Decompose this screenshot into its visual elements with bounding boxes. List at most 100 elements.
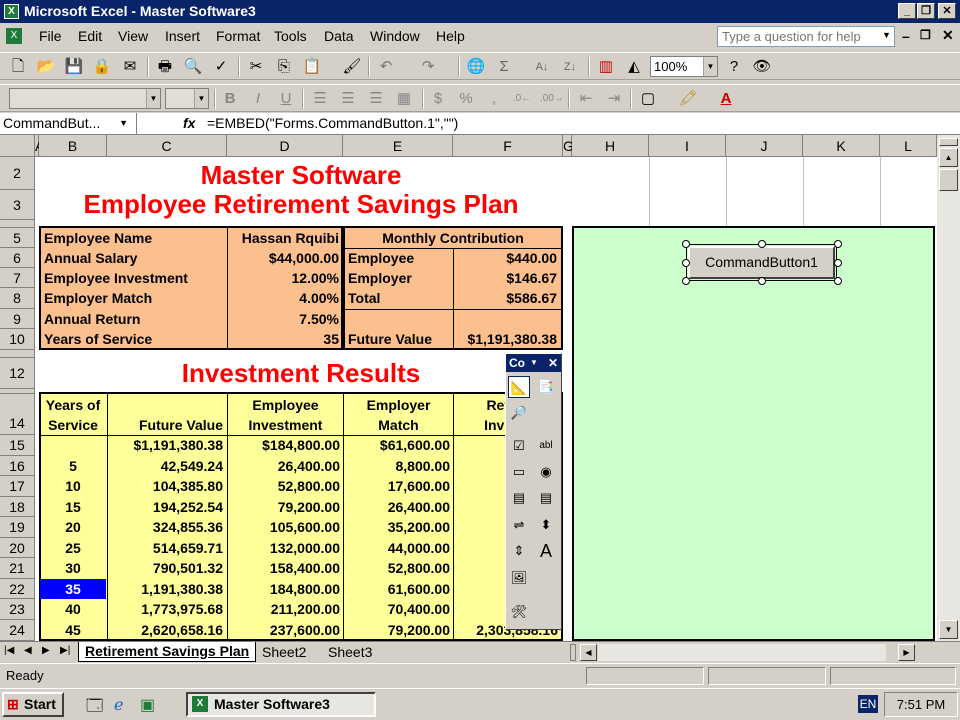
- cell-employer-match[interactable]: $61,600.00: [344, 435, 453, 455]
- column-header-f[interactable]: F: [453, 135, 563, 157]
- merge-center-icon[interactable]: ▦: [394, 90, 414, 108]
- monthly-label[interactable]: Total: [345, 288, 453, 308]
- input-value[interactable]: 35: [228, 329, 342, 349]
- cell-years[interactable]: 30: [40, 558, 106, 578]
- font-size-select[interactable]: ▼: [165, 88, 209, 109]
- minimize-button[interactable]: _: [898, 3, 916, 19]
- redo-icon[interactable]: ↷: [418, 58, 438, 76]
- restore-button[interactable]: ❐: [917, 3, 935, 19]
- zoom-select[interactable]: 100% ▼: [650, 56, 718, 77]
- input-label[interactable]: Employer Match: [41, 288, 227, 308]
- print-preview-icon[interactable]: 🔍: [183, 58, 203, 76]
- print-icon[interactable]: 🖶: [155, 58, 175, 76]
- align-right-icon[interactable]: ☰: [366, 90, 386, 108]
- cell-future-value[interactable]: 2,620,658.16: [108, 620, 226, 640]
- percent-icon[interactable]: %: [456, 90, 476, 108]
- header-years-line1[interactable]: Years of: [39, 395, 107, 415]
- cell-employee-investment[interactable]: 79,200.00: [228, 497, 343, 517]
- row-header-10[interactable]: 10: [0, 329, 35, 350]
- row-header-5[interactable]: 5: [0, 228, 35, 248]
- input-label[interactable]: Employee Name: [41, 228, 227, 248]
- cell-future-value[interactable]: 324,855.36: [108, 517, 226, 537]
- undo-icon[interactable]: ↶: [376, 58, 396, 76]
- sheet-subtitle[interactable]: Employee Retirement Savings Plan: [39, 190, 563, 220]
- drawing-icon[interactable]: ◭: [624, 58, 644, 76]
- cell-employee-investment[interactable]: 158,400.00: [228, 558, 343, 578]
- column-header-b[interactable]: B: [39, 135, 107, 157]
- column-header-l[interactable]: L: [880, 135, 937, 157]
- input-label[interactable]: Annual Return: [41, 309, 227, 329]
- input-label[interactable]: Years of Service: [41, 329, 227, 349]
- next-sheet-icon[interactable]: ▶: [42, 645, 50, 656]
- font-color-icon[interactable]: A: [716, 90, 736, 108]
- cell-years[interactable]: 20: [40, 517, 106, 537]
- excel-app-icon[interactable]: X: [4, 4, 19, 19]
- last-sheet-icon[interactable]: ▶|: [60, 645, 70, 656]
- row-header-12[interactable]: 12: [0, 358, 35, 389]
- horizontal-scrollbar[interactable]: [598, 644, 886, 661]
- cell-employer-match[interactable]: 79,200.00: [344, 620, 453, 640]
- cell-employee-investment[interactable]: 184,800.00: [228, 579, 343, 599]
- input-value[interactable]: $44,000.00: [228, 248, 342, 268]
- cell-employee-investment[interactable]: $184,800.00: [228, 435, 343, 455]
- menu-data[interactable]: Data: [324, 28, 354, 44]
- row-header-23[interactable]: 23: [0, 599, 35, 620]
- borders-icon[interactable]: ▢: [638, 90, 658, 108]
- cell-future-value[interactable]: 104,385.80: [108, 476, 226, 496]
- cell-future-value[interactable]: 1,773,975.68: [108, 599, 226, 619]
- spelling-icon[interactable]: ✓: [211, 58, 231, 76]
- row-header-22[interactable]: 22: [0, 579, 35, 599]
- column-header-c[interactable]: C: [107, 135, 227, 157]
- checkbox-control-icon[interactable]: ☑: [508, 435, 530, 457]
- column-header-d[interactable]: D: [227, 135, 343, 157]
- font-dropdown-icon[interactable]: ▼: [146, 89, 160, 108]
- paste-icon[interactable]: 📋: [302, 58, 322, 76]
- spin-button-icon[interactable]: ⬍: [535, 514, 557, 536]
- cell-employee-investment[interactable]: 237,600.00: [228, 620, 343, 640]
- cell-future-value[interactable]: $1,191,380.38: [108, 435, 226, 455]
- header-future-value[interactable]: Future Value: [108, 415, 226, 435]
- open-icon[interactable]: 📂: [36, 58, 56, 76]
- input-label[interactable]: Employee Investment: [41, 268, 227, 288]
- input-label[interactable]: Annual Salary: [41, 248, 227, 268]
- bold-icon[interactable]: B: [220, 90, 240, 108]
- internet-explorer-icon[interactable]: ℯ: [114, 695, 123, 715]
- cut-icon[interactable]: ✂: [246, 58, 266, 76]
- scroll-right-icon[interactable]: ▶: [898, 644, 915, 661]
- input-value[interactable]: 12.00%: [228, 268, 342, 288]
- new-icon[interactable]: 🗋: [8, 58, 28, 76]
- align-center-icon[interactable]: ☰: [338, 90, 358, 108]
- column-header-h[interactable]: H: [572, 135, 649, 157]
- workbook-icon[interactable]: X: [6, 28, 22, 44]
- format-painter-icon[interactable]: 🖌: [342, 58, 362, 76]
- row-header-14[interactable]: 14: [0, 394, 35, 435]
- scroll-up-icon[interactable]: ▲: [939, 148, 958, 167]
- save-icon[interactable]: 💾: [64, 58, 84, 76]
- visual-basic-icon[interactable]: 👁: [752, 58, 772, 76]
- font-size-dropdown-icon[interactable]: ▼: [194, 89, 208, 108]
- row-header-19[interactable]: 19: [0, 517, 35, 538]
- cell-years[interactable]: 15: [40, 497, 106, 517]
- header-employer-line1[interactable]: Employer: [344, 395, 453, 415]
- start-button[interactable]: ⊞ Start: [2, 692, 64, 717]
- column-header-i[interactable]: I: [649, 135, 726, 157]
- vertical-scrollbar[interactable]: ▲ ▼: [937, 135, 960, 641]
- cell-years[interactable]: 35: [40, 579, 106, 599]
- row-header-6[interactable]: 6: [0, 248, 35, 268]
- cell-employer-match[interactable]: 70,400.00: [344, 599, 453, 619]
- cell-years[interactable]: [40, 435, 106, 455]
- tab-sheet2[interactable]: Sheet2: [262, 643, 306, 661]
- menu-edit[interactable]: Edit: [78, 28, 102, 44]
- decrease-indent-icon[interactable]: ⇤: [576, 90, 596, 108]
- cell-years[interactable]: 25: [40, 538, 106, 558]
- row-header-3[interactable]: 3: [0, 190, 35, 220]
- cell-years[interactable]: 45: [40, 620, 106, 640]
- header-employer-line2[interactable]: Match: [344, 415, 453, 435]
- show-desktop-icon[interactable]: 🗔: [86, 695, 103, 720]
- cell-employer-match[interactable]: 8,800.00: [344, 456, 453, 476]
- header-years-line2[interactable]: Service: [39, 415, 107, 435]
- copy-icon[interactable]: ⎘: [274, 58, 294, 76]
- taskbar-excel-button[interactable]: X Master Software3: [186, 692, 376, 717]
- monthly-label[interactable]: Employee: [345, 248, 453, 268]
- scrollbar-control-icon[interactable]: ⇕: [508, 540, 530, 562]
